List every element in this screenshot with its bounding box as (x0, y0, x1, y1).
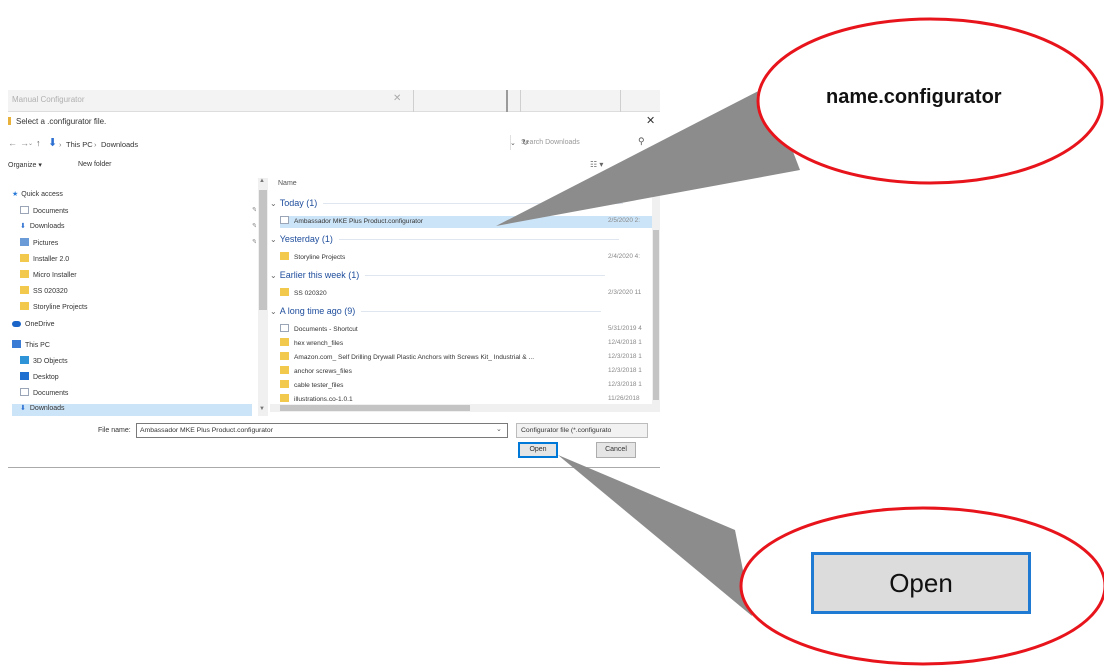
callout-label-top: name.configurator (826, 86, 1002, 108)
callout-open-button: Open (811, 552, 1031, 614)
callout-pointer-bottom (558, 455, 752, 616)
callout-pointer-top (496, 86, 800, 226)
